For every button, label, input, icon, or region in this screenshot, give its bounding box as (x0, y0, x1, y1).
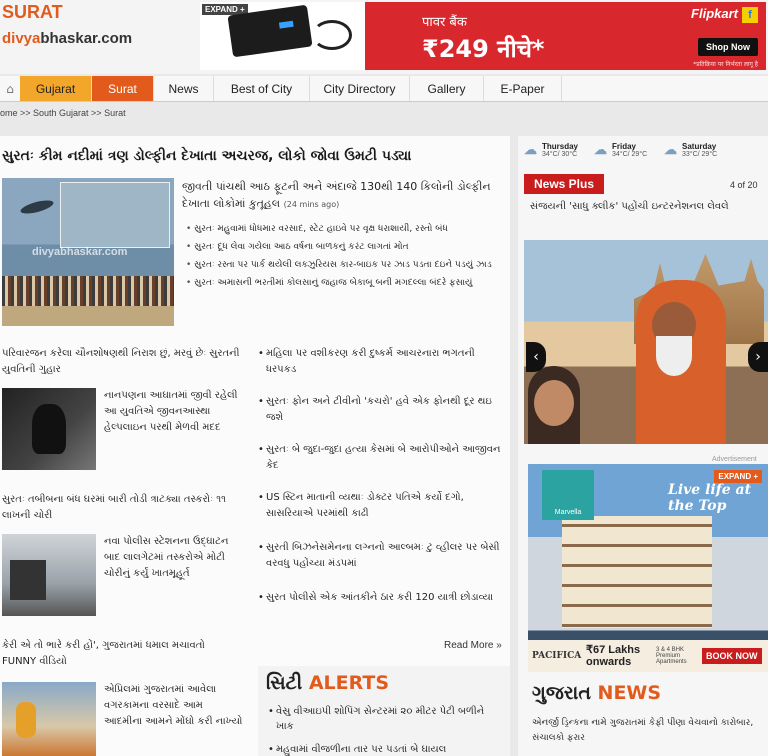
story-3-image[interactable] (2, 682, 96, 756)
dolphin-closeup (60, 182, 170, 248)
list-item[interactable]: સુરતઃ દૂધ લેવા ગયેલા આઠ વર્ષના બાળકનું ક… (186, 240, 504, 254)
story-1-headline[interactable]: પરિવારજન કરેલા ચૌનશોષણથી નિરાશ છું, મરવુ… (2, 346, 242, 378)
weather-day-name: Friday (612, 142, 637, 151)
nav-gujarat[interactable]: Gujarat (20, 76, 92, 101)
building-image (562, 516, 712, 628)
banner-product-text: पावर बैंक (422, 15, 467, 30)
book-now-button[interactable]: BOOK NOW (702, 648, 762, 664)
news-plus-title[interactable]: સંજયની 'સાધુ ક્લીક' પહોંચી ઇન્ટરનેશનલ લે… (530, 198, 758, 216)
flipkart-bag-icon: f (742, 6, 758, 23)
banner-price: ₹249 नीचे* (422, 35, 545, 63)
gn-title-gu: ગુજરાત (532, 682, 591, 704)
ad-tagline: Live life at the Top (668, 482, 752, 514)
nav-gallery[interactable]: Gallery (410, 76, 484, 101)
main-nav: ⌂ Gujarat Surat News Best of City City D… (0, 76, 768, 102)
weather-temp: 33°C/ 29°C (682, 151, 718, 158)
weather-day-name: Saturday (682, 142, 717, 151)
nav-e-paper[interactable]: E-Paper (484, 76, 562, 101)
list-item[interactable]: મહુવામાં વીજળીના તાર પર પડતાં બે ઘાયલ (268, 742, 504, 756)
story-3-headline[interactable]: કેરી એ તો ભારે કરી હોં', ગુજરાતમાં ધમાલ … (2, 638, 242, 670)
ad-developer: PACIFICA (532, 651, 582, 661)
city-title: SURAT (2, 2, 63, 22)
lead-headline[interactable]: સુરતઃ કીમ નદીમાં ત્રણ ડોલ્ફીન દેખાતા અચર… (2, 148, 412, 164)
story-1-image[interactable] (2, 388, 96, 470)
story-1-summary[interactable]: નાનપણના આઘાતમાં જીવી રહેલી આ યુવતિએ જીવન… (104, 388, 244, 436)
list-item[interactable]: સુરતઃ અમાસની ભરતીમાં કોલસાનું જહાજ બેકાબ… (186, 276, 504, 290)
marvella-ad[interactable]: Marvella EXPAND + Live life at the Top P… (528, 464, 768, 672)
ad-info-strip: PACIFICA ₹67 Lakhs onwards 3 & 4 BHK Pre… (528, 640, 768, 672)
home-icon[interactable]: ⌂ (0, 76, 20, 101)
ad-price: ₹67 Lakhs onwards (586, 644, 641, 668)
flipkart-logo: Flipkart f (691, 6, 758, 23)
logo-prefix: divya (2, 30, 41, 47)
list-item[interactable]: વેસુ વીઆઇપી શોપિંગ સેન્ટરમાં ૨૦ મીટર પેટ… (268, 704, 504, 734)
flipkart-name: Flipkart (691, 6, 738, 21)
alerts-title-en: ALERTS (308, 672, 390, 694)
marvella-logo: Marvella (542, 470, 594, 520)
ad-spec: 3 & 4 BHK Premium Apartments (656, 647, 687, 665)
story-2-image[interactable] (2, 534, 96, 616)
list-item[interactable]: સુરત પોલીસે એક આંતકીને ઠાર કરી 120 યાત્ર… (258, 590, 504, 606)
slider-prev-icon[interactable]: ‹ (526, 342, 546, 372)
lead-time: (24 mins ago) (283, 200, 340, 209)
weather-day: Saturday33°C/ 29°C (664, 142, 736, 158)
image-watermark: divyabhaskar.com (32, 246, 128, 258)
shop-now-button[interactable]: Shop Now (698, 38, 758, 56)
list-item[interactable]: સુરતઃ બે જુદા-જુદા હત્યા કેસમાં બે આરોપી… (258, 442, 504, 474)
news-plus-image[interactable] (524, 240, 768, 444)
weather-day: Friday34°C/ 29°C (594, 142, 666, 158)
list-item[interactable]: સુરતી બિઝનેસમેનના લગ્નનો આલ્બમઃ ટુ વ્હીલ… (258, 540, 504, 572)
slider-next-icon[interactable]: › (748, 342, 768, 372)
list-item[interactable]: સુરતઃ ફોન અને ટીવીનો 'કચરો' હવે એક ફોનથી… (258, 394, 504, 426)
nav-city-directory[interactable]: City Directory (310, 76, 410, 101)
list-item[interactable]: મહિલા પર વશીકરણ કરી દુષ્કર્મ આચરનારા ભગત… (258, 346, 504, 378)
weather-temp: 34°C/ 29°C (612, 151, 648, 158)
cable-image (312, 20, 352, 50)
news-plus-badge[interactable]: News Plus (524, 174, 604, 194)
list-item[interactable]: સુરતઃ રસ્તા પર પાર્ક થયેલી લક્ઝુરિયસ કાર… (186, 258, 504, 272)
story-2-summary[interactable]: નવા પોલીસ સ્ટેશનના ઉદ્ઘાટન બાદ લાલગેટમાં… (104, 534, 244, 582)
nav-surat[interactable]: Surat (92, 76, 154, 101)
city-alerts-title: સિટી ALERTS (266, 672, 389, 694)
story-3-summary[interactable]: એપ્રિલમાં ગુજરાતમાં આવેલા વગરકામના વરસાદ… (104, 682, 244, 730)
gn-title-en: NEWS (597, 682, 662, 704)
sadhu-beard (656, 336, 692, 376)
nav-best-of-city[interactable]: Best of City (214, 76, 310, 101)
gujarat-news-title[interactable]: ગુજરાત NEWS (532, 682, 661, 704)
logo-suffix: bhaskar.com (40, 30, 133, 47)
list-item[interactable]: US સ્ટિન માતાની વ્યથાઃ ડોક્ટર પતિએ કર્યો… (258, 490, 504, 522)
site-logo[interactable]: divyabhaskar.com (2, 30, 132, 47)
story-2-headline[interactable]: સુરતઃ તબીબના બંધ ઘરમાં બારી તોડી ત્રાટક્… (2, 492, 242, 524)
lead-summary[interactable]: જીવતી પાંચથી આઠ ફૂટની અને અંદાજે 130થી 1… (182, 178, 504, 213)
weather-temp: 34°C/ 30°C (542, 151, 578, 158)
flipkart-banner-ad[interactable]: EXPAND + पावर बैंक ₹249 नीचे* Flipkart f … (200, 2, 766, 70)
lead-story-image[interactable]: divyabhaskar.com (2, 178, 174, 326)
dolphin-shape (19, 197, 55, 217)
advertisement-label: Advertisement (712, 456, 757, 463)
gujarat-news-item[interactable]: એનર્જી ડ્રિન્કના નામે ગુજરાતમાં કેફી પીણ… (532, 716, 764, 746)
photographer-face (534, 380, 574, 426)
read-more-link[interactable]: Read More » (444, 640, 502, 651)
list-item[interactable]: સુરતઃ મહુવામાં ધોધમાર વરસાદ, સ્ટેટ હાઇવે… (186, 222, 504, 236)
weather-day-name: Thursday (542, 142, 579, 151)
nav-news[interactable]: News (154, 76, 214, 101)
crowd-shape (2, 276, 174, 306)
banner-fine-print: *प्रतिक्रिया पर निर्भरता लागू है (693, 61, 758, 68)
weather-day: Thursday34°C/ 30°C (524, 142, 596, 158)
breadcrumb[interactable]: ome >> South Gujarat >> Surat (0, 108, 126, 118)
alerts-title-gu: સિટી (266, 672, 303, 694)
lead-related-list: સુરતઃ મહુવામાં ધોધમાર વરસાદ, સ્ટેટ હાઇવે… (186, 222, 504, 294)
news-plus-counter: 4 of 20 (730, 180, 758, 190)
city-alerts-box: સિટી ALERTS વેસુ વીઆઇપી શોપિંગ સેન્ટરમાં… (258, 666, 510, 756)
banner-product-panel: EXPAND + (200, 2, 365, 70)
